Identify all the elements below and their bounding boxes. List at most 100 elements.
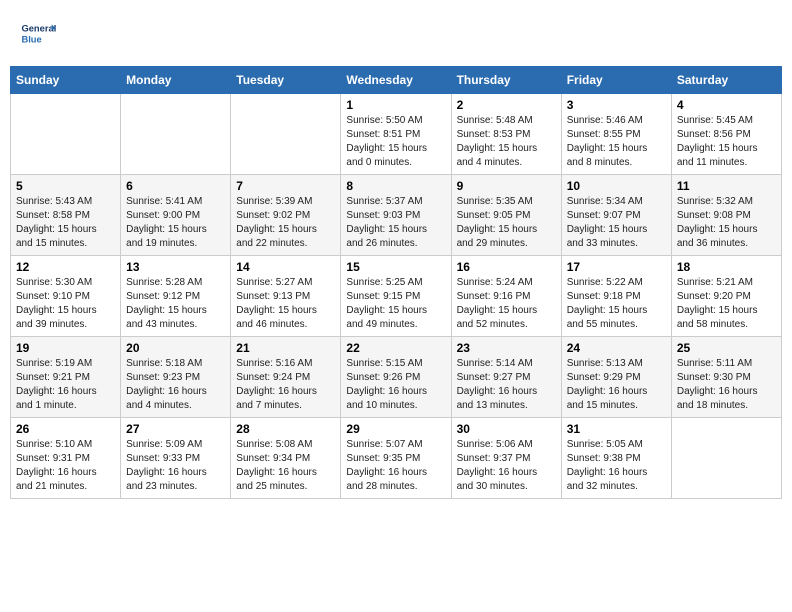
calendar-week-row: 12 Sunrise: 5:30 AMSunset: 9:10 PMDayligh…	[11, 256, 782, 337]
day-of-week-header: Saturday	[671, 67, 781, 94]
day-of-week-header: Tuesday	[231, 67, 341, 94]
day-number: 21	[236, 341, 335, 355]
logo-svg: General Blue	[20, 15, 56, 51]
day-number: 13	[126, 260, 225, 274]
calendar-cell: 15Sunrise: 5:25 AMSunset: 9:15 PMDayligh…	[341, 256, 451, 337]
day-info: Sunrise: 5:05 AMSunset: 9:38 PMDaylight:…	[567, 438, 666, 494]
calendar-week-row: 26 Sunrise: 5:10 AMSunset: 9:31 PMDayligh…	[11, 418, 782, 499]
calendar-cell: 16Sunrise: 5:24 AMSunset: 9:16 PMDayligh…	[451, 256, 561, 337]
calendar-cell: 20Sunrise: 5:18 AMSunset: 9:23 PMDayligh…	[121, 337, 231, 418]
day-of-week-header: Wednesday	[341, 67, 451, 94]
day-number: 18	[677, 260, 776, 274]
day-number: 30	[457, 422, 556, 436]
calendar-cell: 9 Sunrise: 5:35 AMSunset: 9:05 PMDaylight…	[451, 175, 561, 256]
day-of-week-header: Monday	[121, 67, 231, 94]
day-number: 14	[236, 260, 335, 274]
calendar-cell	[671, 418, 781, 499]
day-number: 27	[126, 422, 225, 436]
calendar-cell: 26 Sunrise: 5:10 AMSunset: 9:31 PMDayligh…	[11, 418, 121, 499]
calendar-week-row: 19 Sunrise: 5:19 AMSunset: 9:21 PMDayligh…	[11, 337, 782, 418]
calendar-cell: 10Sunrise: 5:34 AMSunset: 9:07 PMDayligh…	[561, 175, 671, 256]
calendar-cell: 24Sunrise: 5:13 AMSunset: 9:29 PMDayligh…	[561, 337, 671, 418]
day-number: 17	[567, 260, 666, 274]
svg-text:General: General	[21, 24, 56, 34]
day-info: Sunrise: 5:08 AMSunset: 9:34 PMDaylight:…	[236, 438, 335, 494]
calendar-cell	[121, 94, 231, 175]
day-info: Sunrise: 5:41 AMSunset: 9:00 PMDaylight:…	[126, 195, 225, 251]
calendar-cell: 17 Sunrise: 5:22 AMSunset: 9:18 PMDayligh…	[561, 256, 671, 337]
calendar-cell	[11, 94, 121, 175]
svg-text:Blue: Blue	[21, 34, 41, 44]
logo: General Blue	[20, 15, 56, 51]
calendar-cell: 1Sunrise: 5:50 AMSunset: 8:51 PMDaylight…	[341, 94, 451, 175]
day-of-week-header: Sunday	[11, 67, 121, 94]
day-number: 31	[567, 422, 666, 436]
day-info: Sunrise: 5:27 AMSunset: 9:13 PMDaylight:…	[236, 276, 335, 332]
calendar-cell: 4 Sunrise: 5:45 AMSunset: 8:56 PMDaylight…	[671, 94, 781, 175]
day-number: 22	[346, 341, 445, 355]
day-info: Sunrise: 5:07 AMSunset: 9:35 PMDaylight:…	[346, 438, 445, 494]
day-number: 26	[16, 422, 115, 436]
day-info: Sunrise: 5:19 AMSunset: 9:21 PMDaylight:…	[16, 357, 115, 413]
calendar-cell: 11 Sunrise: 5:32 AMSunset: 9:08 PMDayligh…	[671, 175, 781, 256]
day-info: Sunrise: 5:48 AMSunset: 8:53 PMDaylight:…	[457, 114, 556, 170]
calendar-cell: 29 Sunrise: 5:07 AMSunset: 9:35 PMDayligh…	[341, 418, 451, 499]
calendar-cell: 31 Sunrise: 5:05 AMSunset: 9:38 PMDayligh…	[561, 418, 671, 499]
day-info: Sunrise: 5:43 AMSunset: 8:58 PMDaylight:…	[16, 195, 115, 251]
day-number: 8	[346, 179, 445, 193]
day-info: Sunrise: 5:06 AMSunset: 9:37 PMDaylight:…	[457, 438, 556, 494]
day-number: 11	[677, 179, 776, 193]
day-number: 29	[346, 422, 445, 436]
day-number: 28	[236, 422, 335, 436]
calendar-cell: 22Sunrise: 5:15 AMSunset: 9:26 PMDayligh…	[341, 337, 451, 418]
calendar-cell: 5 Sunrise: 5:43 AMSunset: 8:58 PMDaylight…	[11, 175, 121, 256]
day-info: Sunrise: 5:32 AMSunset: 9:08 PMDaylight:…	[677, 195, 776, 251]
day-info: Sunrise: 5:22 AMSunset: 9:18 PMDaylight:…	[567, 276, 666, 332]
day-info: Sunrise: 5:14 AMSunset: 9:27 PMDaylight:…	[457, 357, 556, 413]
day-info: Sunrise: 5:50 AMSunset: 8:51 PMDaylight:…	[346, 114, 445, 170]
day-info: Sunrise: 5:16 AMSunset: 9:24 PMDaylight:…	[236, 357, 335, 413]
day-info: Sunrise: 5:10 AMSunset: 9:31 PMDaylight:…	[16, 438, 115, 494]
calendar-cell: 12 Sunrise: 5:30 AMSunset: 9:10 PMDayligh…	[11, 256, 121, 337]
day-info: Sunrise: 5:13 AMSunset: 9:29 PMDaylight:…	[567, 357, 666, 413]
calendar-cell	[231, 94, 341, 175]
calendar-cell: 8 Sunrise: 5:37 AMSunset: 9:03 PMDaylight…	[341, 175, 451, 256]
day-number: 2	[457, 98, 556, 112]
calendar-cell: 2 Sunrise: 5:48 AMSunset: 8:53 PMDaylight…	[451, 94, 561, 175]
calendar-cell: 3Sunrise: 5:46 AMSunset: 8:55 PMDaylight…	[561, 94, 671, 175]
day-info: Sunrise: 5:45 AMSunset: 8:56 PMDaylight:…	[677, 114, 776, 170]
day-info: Sunrise: 5:30 AMSunset: 9:10 PMDaylight:…	[16, 276, 115, 332]
day-of-week-header: Friday	[561, 67, 671, 94]
day-info: Sunrise: 5:24 AMSunset: 9:16 PMDaylight:…	[457, 276, 556, 332]
day-number: 3	[567, 98, 666, 112]
day-info: Sunrise: 5:37 AMSunset: 9:03 PMDaylight:…	[346, 195, 445, 251]
calendar-week-row: 5 Sunrise: 5:43 AMSunset: 8:58 PMDaylight…	[11, 175, 782, 256]
calendar-cell: 13 Sunrise: 5:28 AMSunset: 9:12 PMDayligh…	[121, 256, 231, 337]
day-info: Sunrise: 5:39 AMSunset: 9:02 PMDaylight:…	[236, 195, 335, 251]
day-info: Sunrise: 5:35 AMSunset: 9:05 PMDaylight:…	[457, 195, 556, 251]
day-number: 20	[126, 341, 225, 355]
calendar-header-row: SundayMondayTuesdayWednesdayThursdayFrid…	[11, 67, 782, 94]
day-number: 10	[567, 179, 666, 193]
calendar-cell: 18 Sunrise: 5:21 AMSunset: 9:20 PMDayligh…	[671, 256, 781, 337]
day-info: Sunrise: 5:21 AMSunset: 9:20 PMDaylight:…	[677, 276, 776, 332]
day-number: 25	[677, 341, 776, 355]
calendar-cell: 21 Sunrise: 5:16 AMSunset: 9:24 PMDayligh…	[231, 337, 341, 418]
day-number: 12	[16, 260, 115, 274]
calendar-cell: 19 Sunrise: 5:19 AMSunset: 9:21 PMDayligh…	[11, 337, 121, 418]
calendar-cell: 23Sunrise: 5:14 AMSunset: 9:27 PMDayligh…	[451, 337, 561, 418]
day-info: Sunrise: 5:09 AMSunset: 9:33 PMDaylight:…	[126, 438, 225, 494]
calendar-cell: 14 Sunrise: 5:27 AMSunset: 9:13 PMDayligh…	[231, 256, 341, 337]
day-number: 15	[346, 260, 445, 274]
day-number: 5	[16, 179, 115, 193]
calendar-cell: 30 Sunrise: 5:06 AMSunset: 9:37 PMDayligh…	[451, 418, 561, 499]
calendar-cell: 7Sunrise: 5:39 AMSunset: 9:02 PMDaylight…	[231, 175, 341, 256]
day-info: Sunrise: 5:28 AMSunset: 9:12 PMDaylight:…	[126, 276, 225, 332]
day-number: 9	[457, 179, 556, 193]
day-number: 19	[16, 341, 115, 355]
day-number: 4	[677, 98, 776, 112]
calendar-cell: 27 Sunrise: 5:09 AMSunset: 9:33 PMDayligh…	[121, 418, 231, 499]
day-info: Sunrise: 5:11 AMSunset: 9:30 PMDaylight:…	[677, 357, 776, 413]
calendar-table: SundayMondayTuesdayWednesdayThursdayFrid…	[10, 66, 782, 499]
calendar-cell: 25 Sunrise: 5:11 AMSunset: 9:30 PMDayligh…	[671, 337, 781, 418]
